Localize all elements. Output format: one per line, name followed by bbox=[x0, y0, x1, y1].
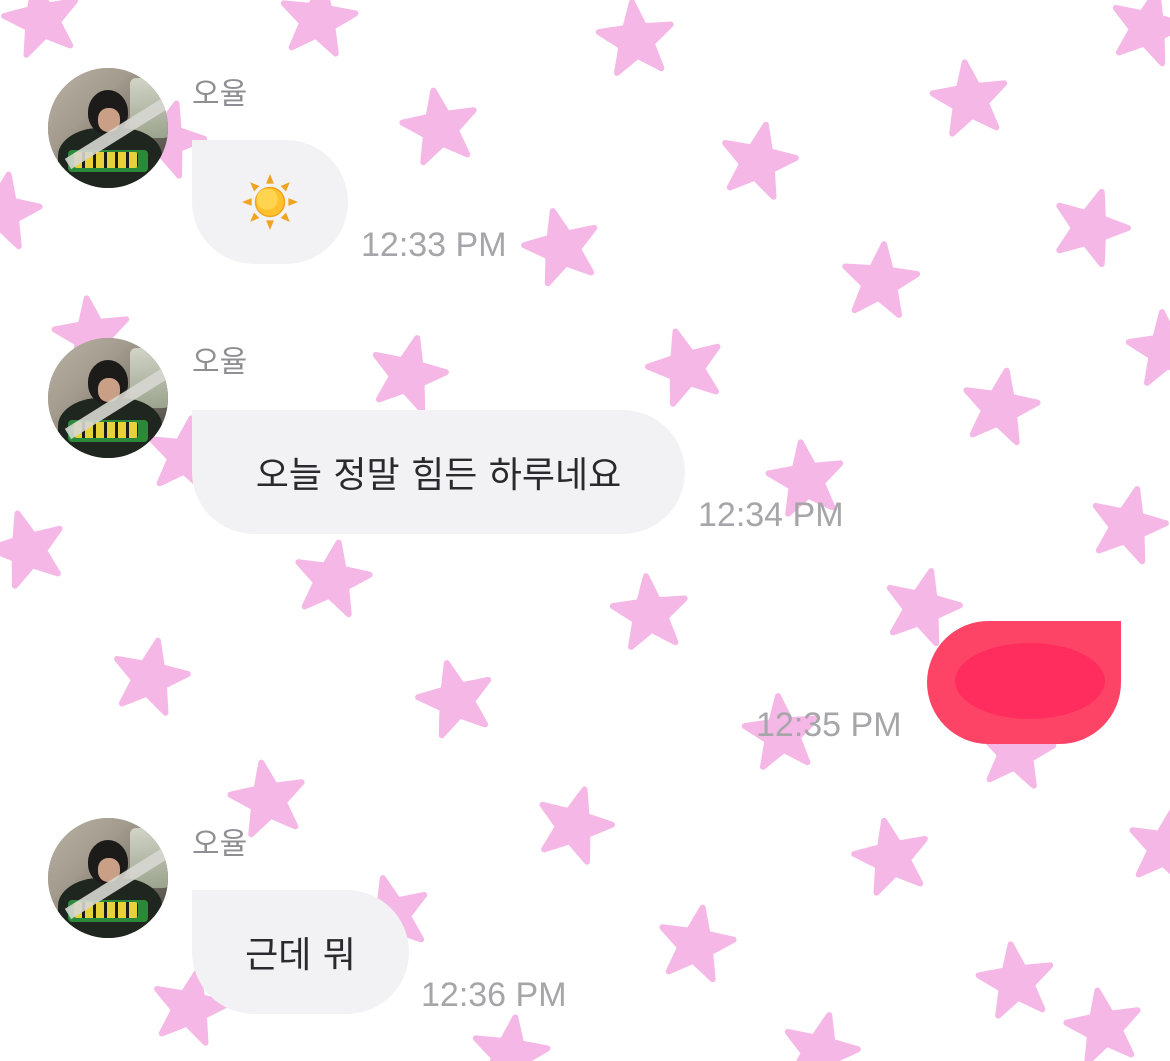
sender-avatar[interactable] bbox=[48, 338, 168, 458]
star-decoration bbox=[0, 171, 43, 250]
star-decoration bbox=[851, 817, 928, 896]
star-decoration bbox=[1, 0, 78, 58]
message-timestamp: 12:33 PM bbox=[361, 226, 507, 264]
sender-name: 오율 bbox=[192, 77, 248, 112]
star-decoration bbox=[280, 0, 359, 57]
star-decoration bbox=[1063, 987, 1141, 1061]
received-message-bubble[interactable]: 근데 뭐 bbox=[192, 890, 409, 1014]
star-decoration bbox=[722, 121, 799, 200]
star-decoration bbox=[929, 59, 1008, 137]
message-timestamp: 12:35 PM bbox=[756, 706, 902, 744]
sender-avatar[interactable] bbox=[48, 818, 168, 938]
sender-name: 오율 bbox=[192, 345, 248, 380]
star-decoration bbox=[1125, 309, 1170, 386]
sent-message-bubble[interactable] bbox=[927, 621, 1121, 744]
received-message-bubble[interactable] bbox=[192, 140, 348, 264]
star-decoration bbox=[0, 510, 63, 589]
star-decoration bbox=[842, 241, 921, 318]
star-decoration bbox=[1129, 809, 1170, 878]
star-decoration bbox=[645, 328, 721, 407]
star-decoration bbox=[963, 367, 1041, 446]
message-text: 근데 뭐 bbox=[245, 935, 356, 976]
star-decoration bbox=[114, 637, 191, 716]
star-decoration bbox=[975, 941, 1054, 1019]
star-decoration bbox=[1112, 0, 1170, 67]
star-decoration bbox=[227, 759, 305, 838]
star-decoration bbox=[415, 660, 492, 739]
star-decoration bbox=[521, 208, 598, 287]
message-text: 오늘 정말 힘든 하루네요 bbox=[255, 455, 622, 496]
star-decoration bbox=[886, 568, 963, 647]
star-decoration bbox=[595, 0, 674, 76]
star-decoration bbox=[659, 904, 737, 983]
sun-icon bbox=[241, 173, 299, 231]
star-decoration bbox=[539, 786, 615, 865]
star-decoration bbox=[372, 335, 449, 414]
message-timestamp: 12:36 PM bbox=[421, 976, 567, 1014]
star-decoration bbox=[784, 1012, 861, 1061]
message-timestamp: 12:34 PM bbox=[698, 496, 844, 534]
star-decoration bbox=[1092, 486, 1169, 565]
star-decoration bbox=[295, 539, 373, 618]
sender-name: 오율 bbox=[192, 827, 248, 862]
redaction-scribble bbox=[955, 643, 1105, 719]
star-decoration bbox=[609, 573, 688, 650]
star-decoration bbox=[1056, 188, 1131, 268]
star-decoration bbox=[472, 1014, 551, 1061]
received-message-bubble[interactable]: 오늘 정말 힘든 하루네요 bbox=[192, 410, 685, 534]
sender-avatar[interactable] bbox=[48, 68, 168, 188]
star-decoration bbox=[399, 87, 477, 166]
